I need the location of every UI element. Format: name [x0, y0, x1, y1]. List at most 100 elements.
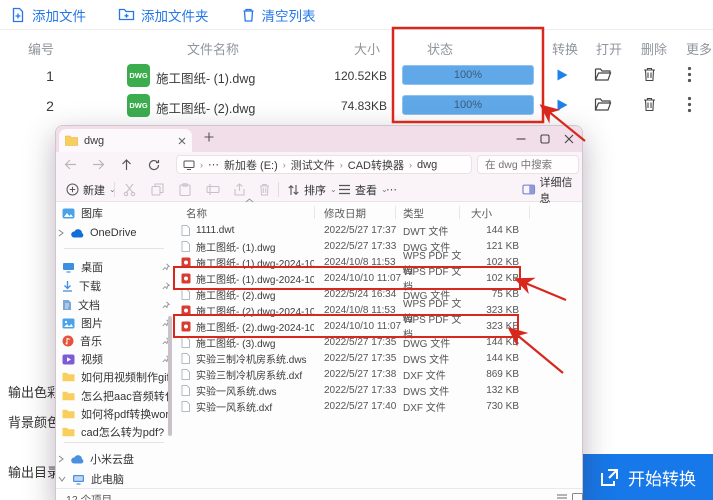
details-view-icon[interactable]: [556, 493, 568, 500]
refresh-icon[interactable]: [148, 159, 160, 171]
sidebar-item-gallery[interactable]: 图库: [62, 204, 170, 222]
file-row[interactable]: 实验一风系统.dxf 2022/5/27 17:40 DXF 文件 730 KB: [173, 398, 573, 414]
chevron-right-icon[interactable]: [58, 455, 64, 463]
breadcrumb-item[interactable]: 测试文件: [291, 157, 335, 173]
forward-icon[interactable]: [92, 159, 105, 170]
sidebar-item-desktop[interactable]: 桌面: [62, 258, 170, 276]
gallery-icon: [62, 208, 75, 218]
search-input[interactable]: [485, 158, 571, 171]
row-file-size: 120.52KB: [334, 69, 387, 83]
divider: [64, 248, 164, 249]
breadcrumb-overflow[interactable]: ⋯: [208, 158, 219, 171]
file-row[interactable]: 1111.dwt 2022/5/27 17:37 DWT 文件 144 KB: [173, 222, 573, 238]
delete-button[interactable]: [643, 67, 656, 82]
clear-list-button[interactable]: 清空列表: [241, 5, 316, 25]
file-col-date[interactable]: 修改日期: [324, 206, 366, 221]
clear-list-icon: [243, 8, 253, 22]
back-icon[interactable]: [64, 159, 77, 170]
sidebar-item-folder[interactable]: cad怎么转为pdf?: [62, 423, 170, 441]
file-row[interactable]: 实验一风系统.dws 2022/5/27 17:33 DWS 文件 132 KB: [173, 382, 573, 398]
onedrive-icon: [71, 228, 84, 237]
explorer-tab[interactable]: dwg: [59, 129, 192, 152]
pin-icon: [162, 282, 170, 290]
breadcrumb-item[interactable]: dwg: [417, 159, 437, 171]
tab-close-icon[interactable]: [178, 137, 186, 145]
sidebar-item-music[interactable]: 音乐: [62, 332, 170, 350]
rename-icon[interactable]: [206, 177, 220, 202]
sidebar-item-documents[interactable]: 文档: [62, 296, 170, 314]
explorer-commandbar: 新建 ⌄ 排序 ⌄ 查看 ⌄ ⋯ 详细信息: [56, 177, 582, 205]
file-row[interactable]: 施工图纸- (1).dwg-2024-10-08-11-53...2024/10…: [173, 251, 573, 277]
start-convert-button[interactable]: 开始转换: [583, 454, 713, 500]
folder-icon: [62, 372, 75, 382]
maximize-button[interactable]: [540, 134, 550, 144]
address-bar[interactable]: › ⋯ 新加卷 (E:) › 测试文件 › CAD转换器 › dwg: [176, 155, 472, 174]
file-col-size[interactable]: 大小: [471, 206, 492, 221]
explorer-titlebar[interactable]: dwg: [56, 126, 582, 152]
chevron-right-icon[interactable]: [58, 229, 64, 237]
view-icon: [339, 184, 350, 195]
new-icon: [66, 183, 79, 196]
start-convert-icon: [601, 468, 618, 486]
file-row[interactable]: 施工图纸- (3).dwg 2022/5/27 17:35 DWG 文件 144 KB: [173, 334, 573, 350]
more-button[interactable]: [687, 66, 692, 83]
cut-icon[interactable]: [123, 177, 136, 202]
convert-play-button[interactable]: [556, 98, 569, 112]
file-row[interactable]: 施工图纸- (2).dwg-2024-10-08-11-53...2024/10…: [173, 299, 573, 325]
explorer-file-list: 名称 修改日期 类型 大小 1111.dwt 2022/5/27 17:37 DWT…: [173, 198, 581, 486]
delete-icon[interactable]: [259, 177, 270, 202]
sort-icon: [288, 184, 299, 195]
file-row[interactable]: 施工图纸- (2).dwg 2022/5/24 16:34 DWG 文件 75 KB: [173, 286, 573, 302]
new-tab-button[interactable]: [204, 132, 214, 142]
sidebar-item-videos[interactable]: 视频: [62, 350, 170, 368]
view-button[interactable]: 查看 ⌄: [338, 177, 388, 202]
divider: [459, 206, 460, 219]
sidebar-item-mi-cloud[interactable]: 小米云盘: [58, 450, 170, 468]
file-col-name[interactable]: 名称: [186, 206, 207, 221]
pin-icon: [162, 301, 170, 309]
more-commands-button[interactable]: ⋯: [386, 177, 398, 202]
file-icon: [181, 241, 190, 252]
sidebar-item-this-pc[interactable]: 此电脑: [58, 470, 170, 488]
desktop-icon: [63, 262, 74, 273]
breadcrumb-item[interactable]: 新加卷 (E:): [224, 157, 278, 173]
minimize-button[interactable]: [516, 134, 526, 144]
file-row[interactable]: 施工图纸- (1).dwg 2022/5/27 17:33 DWG 文件 121 KB: [173, 238, 573, 254]
up-icon[interactable]: [121, 158, 132, 171]
progress-bar: 100%: [402, 95, 534, 115]
file-row[interactable]: 施工图纸- (2).dwg-2024-10-10-11-07...2024/10…: [173, 315, 573, 341]
add-file-button[interactable]: 添加文件: [10, 5, 86, 25]
divider: [64, 442, 164, 443]
sidebar-item-pictures[interactable]: 图片: [62, 314, 170, 332]
chevron-down-icon[interactable]: [58, 476, 66, 482]
more-button[interactable]: [687, 96, 692, 113]
sidebar-item-folder[interactable]: 如何用视频制作gif动态...: [62, 368, 170, 386]
paste-icon[interactable]: [179, 177, 191, 202]
file-row[interactable]: 实验三制冷机房系统.dws 2022/5/27 17:35 DWS 文件 144 KB: [173, 350, 573, 366]
sidebar-item-folder[interactable]: 怎么把aac音频转化为m...: [62, 387, 170, 405]
search-box[interactable]: [477, 155, 579, 174]
add-folder-button[interactable]: 添加文件夹: [118, 5, 209, 25]
music-icon: [62, 335, 74, 347]
breadcrumb-item[interactable]: CAD转换器: [348, 157, 404, 173]
file-col-type[interactable]: 类型: [403, 206, 424, 221]
screen: 添加文件 添加文件夹 清空列表 编号 文件名称 大小 状态 转换 打开 删除 更…: [0, 0, 713, 500]
sidebar-item-onedrive[interactable]: OneDrive: [58, 224, 170, 242]
sort-button[interactable]: 排序 ⌄: [287, 177, 337, 202]
file-row[interactable]: 施工图纸- (1).dwg-2024-10-10-11-07...2024/10…: [173, 267, 573, 293]
thumbnails-view-icon[interactable]: [572, 493, 583, 500]
new-button[interactable]: 新建 ⌄: [66, 177, 116, 202]
sidebar-item-downloads[interactable]: 下载: [62, 277, 170, 295]
open-folder-button[interactable]: [594, 97, 612, 112]
divider: [114, 182, 115, 197]
delete-button[interactable]: [643, 97, 656, 112]
sidebar-item-folder[interactable]: 如何将pdf转换word格...: [62, 405, 170, 423]
close-button[interactable]: [564, 134, 574, 144]
convert-play-button[interactable]: [556, 68, 569, 82]
sidebar-scrollbar[interactable]: [168, 316, 172, 436]
open-folder-button[interactable]: [594, 67, 612, 82]
copy-icon[interactable]: [151, 177, 164, 202]
file-row[interactable]: 实验三制冷机房系统.dxf 2022/5/27 17:38 DXF 文件 869 KB: [173, 366, 573, 382]
row-index: 1: [46, 68, 54, 84]
details-pane-button[interactable]: 详细信息: [522, 177, 582, 205]
